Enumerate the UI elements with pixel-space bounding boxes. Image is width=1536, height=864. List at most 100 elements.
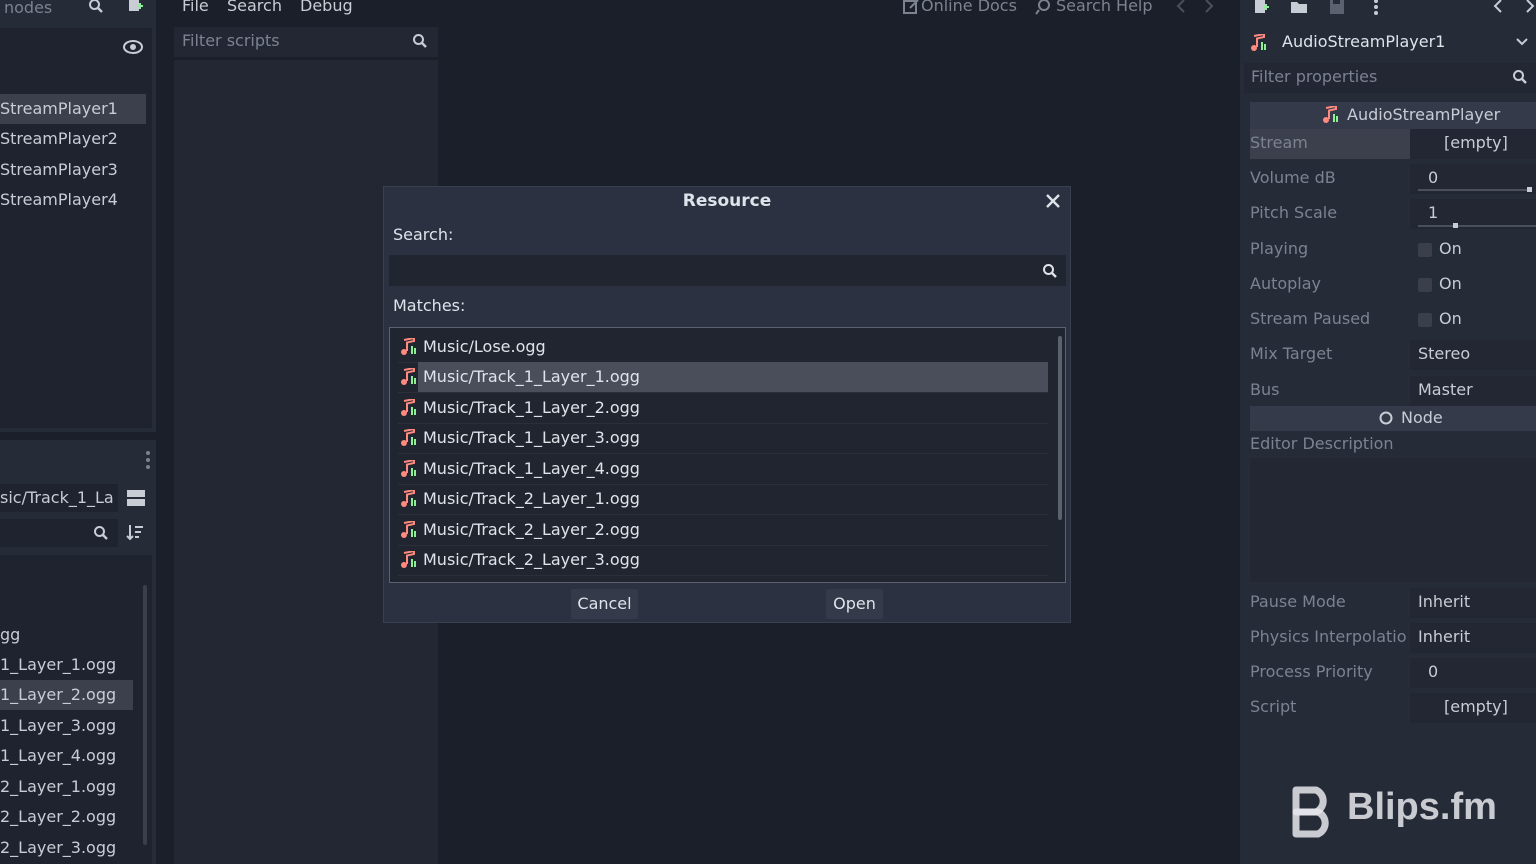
playing-checkbox[interactable] — [1418, 243, 1432, 257]
folder-icon[interactable] — [1290, 0, 1308, 16]
class-header[interactable]: AudioStreamPlayer — [1250, 102, 1536, 129]
match-item[interactable]: Music/Track_1_Layer_4.ogg — [398, 454, 1048, 485]
property-value: 0 — [1428, 168, 1439, 187]
split-mode-icon[interactable] — [126, 488, 146, 508]
property-filter-input[interactable]: Filter properties — [1244, 63, 1536, 93]
node-header-label: Node — [1401, 408, 1443, 427]
property-label: Volume dB — [1250, 168, 1336, 187]
file-item[interactable]: 2_Layer_3.ogg — [0, 833, 133, 863]
autoplay-checkbox[interactable] — [1418, 278, 1432, 292]
file-item[interactable]: 1_Layer_2.ogg — [0, 680, 133, 710]
property-label: Pause Mode — [1250, 592, 1346, 611]
class-header-label: AudioStreamPlayer — [1347, 105, 1501, 124]
add-node-icon[interactable] — [126, 0, 144, 14]
sort-icon[interactable] — [126, 523, 144, 541]
file-item[interactable]: 2_Layer_2.ogg — [0, 802, 133, 832]
file-item[interactable]: 1_Layer_1.ogg — [0, 650, 133, 680]
match-item[interactable]: Music/Track_1_Layer_2.ogg — [398, 393, 1048, 424]
stream-paused-checkbox[interactable] — [1418, 313, 1432, 327]
scrollbar[interactable] — [1058, 336, 1062, 520]
search-label: Search: — [393, 225, 454, 244]
audio-file-icon — [400, 368, 418, 386]
forward-icon[interactable] — [1204, 0, 1214, 14]
editor-description-textarea[interactable] — [1250, 458, 1536, 582]
search-icon — [412, 33, 428, 49]
match-label: Music/Track_1_Layer_1.ogg — [423, 367, 640, 386]
history-back-icon[interactable] — [1493, 0, 1503, 14]
close-icon[interactable] — [1046, 194, 1060, 208]
dialog-title: Resource — [682, 191, 772, 211]
property-label: Autoplay — [1250, 274, 1322, 293]
match-item[interactable]: Music/Lose.ogg — [398, 332, 1048, 363]
file-item[interactable]: gg — [0, 620, 133, 650]
script-filter-placeholder: Filter scripts — [182, 31, 280, 50]
search-icon — [88, 0, 104, 14]
file-item-label: gg — [0, 625, 21, 644]
slider-grabber[interactable] — [1453, 223, 1458, 228]
menu-debug[interactable]: Debug — [300, 0, 353, 15]
scene-item[interactable]: StreamPlayer3 — [0, 155, 146, 185]
file-item-label: 1_Layer_4.ogg — [0, 746, 117, 765]
file-item[interactable]: 2_Layer_1.ogg — [0, 772, 133, 802]
watermark-text: Blips.fm — [1347, 786, 1497, 828]
property-value: [empty] — [1444, 133, 1508, 152]
scene-filter-input[interactable]: nodes — [4, 0, 52, 17]
menu-search[interactable]: Search — [227, 0, 282, 15]
property-label: Playing — [1250, 239, 1309, 258]
match-item[interactable]: Music/Track_2_Layer_2.ogg — [398, 515, 1048, 546]
path-field[interactable]: sic/Track_1_La — [0, 484, 118, 512]
property-label: Bus — [1250, 380, 1280, 399]
property-value: [empty] — [1444, 697, 1508, 716]
visibility-icon[interactable] — [123, 39, 143, 55]
match-label: Music/Track_1_Layer_2.ogg — [423, 398, 640, 417]
match-label: Music/Lose.ogg — [423, 337, 546, 356]
property-value: On — [1439, 309, 1462, 328]
node-selector[interactable]: AudioStreamPlayer1 — [1244, 28, 1536, 58]
slider-grabber[interactable] — [1527, 187, 1532, 192]
matches-list: Music/Lose.ogg Music/Track_1_Layer_1.ogg… — [389, 327, 1066, 583]
scene-item[interactable]: StreamPlayer2 — [0, 124, 146, 154]
back-icon[interactable] — [1176, 0, 1186, 14]
search-help-link[interactable]: Search Help — [1056, 0, 1153, 15]
file-item[interactable]: 1_Layer_3.ogg — [0, 711, 133, 741]
scene-tree — [0, 28, 152, 428]
match-label: Music/Track_2_Layer_1.ogg — [423, 489, 640, 508]
open-button[interactable]: Open — [826, 589, 883, 619]
volume-slider[interactable] — [1418, 189, 1530, 191]
cancel-button[interactable]: Cancel — [571, 589, 638, 619]
resource-search-input[interactable] — [389, 255, 1066, 286]
property-value: On — [1439, 239, 1462, 258]
property-label: Mix Target — [1250, 344, 1333, 363]
match-item[interactable]: Music/Track_2_Layer_3.ogg — [398, 545, 1048, 576]
online-docs-link[interactable]: Online Docs — [921, 0, 1017, 15]
matches-label: Matches: — [393, 296, 466, 315]
history-forward-icon[interactable] — [1525, 0, 1535, 14]
new-resource-icon[interactable] — [1252, 0, 1270, 16]
match-label: Music/Track_1_Layer_4.ogg — [423, 459, 640, 478]
scrollbar[interactable] — [143, 585, 147, 845]
match-item[interactable]: Music/Track_1_Layer_1.ogg — [398, 362, 1048, 393]
file-item-label: 2_Layer_1.ogg — [0, 777, 117, 796]
property-value: On — [1439, 274, 1462, 293]
scene-item-label: StreamPlayer4 — [0, 190, 118, 209]
node-header[interactable]: Node — [1250, 406, 1536, 431]
scene-item[interactable]: StreamPlayer4 — [0, 185, 146, 215]
resource-dialog: Resource Search: Matches: Music/Lose.ogg… — [383, 186, 1071, 623]
scene-item[interactable]: StreamPlayer1 — [0, 94, 146, 124]
more-options-icon[interactable] — [144, 450, 152, 470]
match-item[interactable]: Music/Track_2_Layer_1.ogg — [398, 484, 1048, 515]
search-icon — [1042, 263, 1058, 279]
audio-file-icon — [400, 399, 418, 417]
file-item-label: 2_Layer_3.ogg — [0, 838, 117, 857]
blips-logo — [1290, 786, 1336, 838]
chevron-down-icon — [1516, 38, 1528, 46]
pitch-slider[interactable] — [1418, 225, 1536, 227]
match-item[interactable]: Music/Track_1_Layer_3.ogg — [398, 423, 1048, 454]
file-item[interactable]: 1_Layer_4.ogg — [0, 741, 133, 771]
menu-file[interactable]: File — [182, 0, 209, 15]
script-filter-input[interactable]: Filter scripts — [174, 27, 438, 57]
more-options-icon[interactable] — [1372, 0, 1380, 16]
save-icon[interactable] — [1328, 0, 1346, 16]
file-item-label: 1_Layer_3.ogg — [0, 716, 117, 735]
property-label: Pitch Scale — [1250, 203, 1338, 222]
